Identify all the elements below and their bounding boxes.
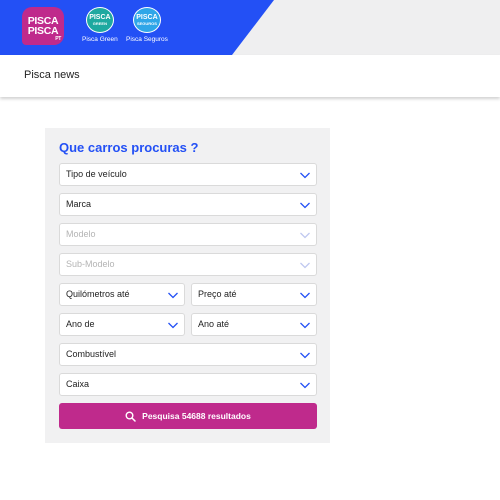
price-select[interactable]: Preço até: [191, 283, 317, 306]
search-title: Que carros procuras ?: [59, 140, 199, 155]
logo-suffix: PT: [55, 36, 61, 42]
pisca-green-label: Pisca Green: [82, 36, 118, 43]
pisca-pisca-logo[interactable]: PISCA PISCA PT: [22, 7, 64, 45]
chevron-down-icon: [167, 289, 179, 301]
search-results-button[interactable]: Pesquisa 54688 resultados: [59, 403, 317, 429]
search-icon: [125, 411, 136, 422]
car-search-panel: Que carros procuras ? Tipo de veículo Ma…: [45, 128, 330, 443]
chevron-down-icon: [167, 319, 179, 331]
header-blue-band: [0, 0, 274, 55]
pisca-seguros-badge-icon: PISCA SEGUROS: [132, 7, 161, 33]
pisca-seguros-label: Pisca Seguros: [126, 36, 168, 43]
km-select[interactable]: Quilómetros até: [59, 283, 185, 306]
pisca-green-badge-icon: PISCA GREEN: [85, 7, 114, 33]
chevron-down-icon: [299, 319, 311, 331]
search-button-label: Pesquisa 54688 resultados: [142, 411, 251, 421]
brand-select[interactable]: Marca: [59, 193, 317, 216]
chevron-down-icon: [299, 259, 311, 271]
fuel-select[interactable]: Combustível: [59, 343, 317, 366]
pisca-news-link[interactable]: Pisca news: [24, 69, 80, 81]
chevron-down-icon: [299, 379, 311, 391]
news-bar: Pisca news: [0, 55, 500, 97]
top-bar: PISCA PISCA PT PISCA GREEN Pisca Green P…: [0, 0, 500, 55]
chevron-down-icon: [299, 229, 311, 241]
pisca-green-link[interactable]: PISCA GREEN Pisca Green: [82, 7, 118, 43]
vehicle-type-select[interactable]: Tipo de veículo: [59, 163, 317, 186]
chevron-down-icon: [299, 169, 311, 181]
chevron-down-icon: [299, 349, 311, 361]
submodel-select[interactable]: Sub-Modelo: [59, 253, 317, 276]
chevron-down-icon: [299, 289, 311, 301]
model-select[interactable]: Modelo: [59, 223, 317, 246]
pisca-seguros-link[interactable]: PISCA SEGUROS Pisca Seguros: [126, 7, 168, 43]
year-from-select[interactable]: Ano de: [59, 313, 185, 336]
logo-line2: PISCA: [27, 25, 59, 37]
chevron-down-icon: [299, 199, 311, 211]
gearbox-select[interactable]: Caixa: [59, 373, 317, 396]
year-to-select[interactable]: Ano até: [191, 313, 317, 336]
